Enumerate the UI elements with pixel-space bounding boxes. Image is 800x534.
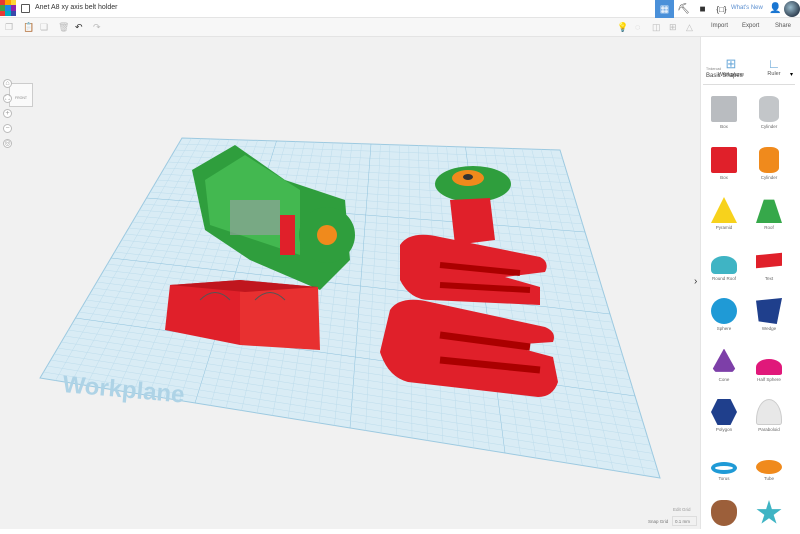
mirror-icon[interactable]: △ xyxy=(686,22,693,33)
share-button[interactable]: Share xyxy=(775,23,791,29)
user-icon[interactable]: 👤 xyxy=(769,3,781,14)
whats-new-link[interactable]: What's New xyxy=(731,5,763,11)
shape-label: Round Roof xyxy=(711,275,737,281)
design-icon xyxy=(21,4,30,13)
tinkercad-logo[interactable] xyxy=(0,0,16,16)
shape-label: Sphere xyxy=(716,326,732,331)
codeblocks-icon[interactable]: {□} xyxy=(712,0,731,18)
shape-label: Torus xyxy=(718,475,730,481)
collapse-panel-chevron-icon[interactable]: › xyxy=(694,276,697,287)
shape-label: Cylinder xyxy=(760,124,778,129)
shape-pyramid[interactable]: Pyramid xyxy=(702,197,746,230)
avatar[interactable] xyxy=(784,1,800,17)
torus-shape-icon xyxy=(711,462,737,474)
poly-shape-icon xyxy=(711,399,737,425)
import-button[interactable]: Import xyxy=(711,23,728,29)
tube-shape-icon xyxy=(756,459,782,474)
shape-label: Box xyxy=(720,124,728,129)
rroof-shape-icon xyxy=(711,255,737,274)
shape-roof[interactable]: Roof xyxy=(747,197,791,230)
shape-polygon[interactable]: Polygon xyxy=(702,399,746,432)
shape-box[interactable]: Box xyxy=(702,146,746,180)
shape-label: Cone xyxy=(718,376,730,382)
shape-label: Half Sphere xyxy=(757,376,781,382)
shape-tube[interactable]: Tube xyxy=(747,450,791,481)
home-view-button[interactable]: ⌂ xyxy=(3,79,12,88)
shape-round-roof[interactable]: Round Roof xyxy=(702,248,746,281)
light-icon[interactable]: 💡 xyxy=(617,22,628,33)
cyl-shape-icon xyxy=(759,146,779,173)
undo-icon[interactable]: ↶ xyxy=(75,22,83,33)
shape-cone[interactable]: Cone xyxy=(702,348,746,382)
roof-shape-icon xyxy=(756,199,782,223)
export-button[interactable]: Export xyxy=(742,23,759,29)
copy-icon[interactable]: ❐ xyxy=(5,22,13,33)
edit-grid-link[interactable]: Edit Grid xyxy=(673,507,691,512)
bricks-icon[interactable]: ■ xyxy=(693,0,712,18)
heart-shape-icon xyxy=(711,500,737,526)
view-cube-front-label: FRONT xyxy=(14,96,28,100)
delete-icon[interactable]: 🗑 xyxy=(58,22,69,33)
shape-cylinder[interactable]: Cylinder xyxy=(747,96,791,129)
sphere-shape-icon xyxy=(711,298,737,324)
box-shape-icon xyxy=(711,96,737,122)
shape-label: Text xyxy=(764,275,774,281)
shape-paraboloid[interactable]: Paraboloid xyxy=(747,399,791,432)
shape-half-sphere[interactable]: Half Sphere xyxy=(747,349,791,382)
wedge-shape-icon xyxy=(756,298,782,324)
snap-grid-select[interactable]: 0.1 mm xyxy=(672,516,697,526)
zoom-out-button[interactable]: − xyxy=(3,124,12,133)
star-shape-icon xyxy=(756,500,782,524)
half-shape-icon xyxy=(756,358,782,375)
snap-grid-label: Snap Grid xyxy=(648,519,669,524)
shape-label: Tube xyxy=(763,475,775,481)
box-shape-icon xyxy=(711,146,737,173)
shape-star[interactable] xyxy=(747,500,791,528)
toolbar: ❐ 📋 ❏ 🗑 ↶ ↷ 💡 ◌ ◫ ⊞ △ Import Export Shar… xyxy=(0,18,800,37)
cyl-shape-icon xyxy=(759,96,779,122)
shape-text[interactable]: Text xyxy=(747,248,791,281)
library-value: Basic Shapes xyxy=(706,73,743,79)
shape-label: Cylinder xyxy=(760,174,778,180)
shape-label: Roof xyxy=(764,225,774,230)
shape-label: Wedge xyxy=(761,326,777,331)
design-title[interactable]: Anet A8 xy axis belt holder xyxy=(35,4,118,11)
library-label: Tinkercad xyxy=(706,67,722,71)
para-shape-icon xyxy=(756,399,782,425)
redo-icon[interactable]: ↷ xyxy=(93,22,101,33)
shape-sphere[interactable]: Sphere xyxy=(702,298,746,331)
group-icon[interactable]: ◌ xyxy=(635,22,640,32)
shape-box[interactable]: Box xyxy=(702,96,746,129)
shape-label: Paraboloid xyxy=(758,427,780,432)
shape-heart[interactable] xyxy=(702,500,746,528)
ortho-view-button[interactable]: ◎ xyxy=(3,139,12,148)
dropdown-arrow-icon: ▾ xyxy=(789,72,793,78)
blocks-pickaxe-icon[interactable]: ⛏ xyxy=(674,0,693,18)
workplane-scene[interactable]: Workplane xyxy=(0,37,700,529)
paste-icon[interactable]: 📋 xyxy=(23,22,34,33)
shape-torus[interactable]: Torus xyxy=(702,450,746,481)
fit-view-button[interactable]: ⛶ xyxy=(3,94,12,103)
3d-design-view-icon[interactable]: ▦ xyxy=(655,0,674,18)
shape-label: Box xyxy=(720,174,728,180)
3d-viewport[interactable]: Workplane FRONT ⌂ ⛶ + − ◎ xyxy=(0,37,700,529)
shape-library-select[interactable]: Tinkercad Basic Shapes ▾ xyxy=(703,63,795,85)
shape-label: Polygon xyxy=(715,427,733,432)
pyr-shape-icon xyxy=(711,197,737,223)
zoom-in-button[interactable]: + xyxy=(3,109,12,118)
view-cube[interactable]: FRONT xyxy=(9,83,33,107)
align-icon[interactable]: ⊞ xyxy=(669,22,677,33)
cone-shape-icon xyxy=(711,348,737,372)
top-bar: Anet A8 xy axis belt holder ▦ ⛏ ■ {□} Wh… xyxy=(0,0,800,18)
shape-label: Pyramid xyxy=(715,225,733,230)
duplicate-icon[interactable]: ❏ xyxy=(40,22,48,33)
shape-wedge[interactable]: Wedge xyxy=(747,298,791,331)
ungroup-icon[interactable]: ◫ xyxy=(652,22,661,33)
text-shape-icon xyxy=(756,252,782,269)
shape-cylinder[interactable]: Cylinder xyxy=(747,146,791,180)
